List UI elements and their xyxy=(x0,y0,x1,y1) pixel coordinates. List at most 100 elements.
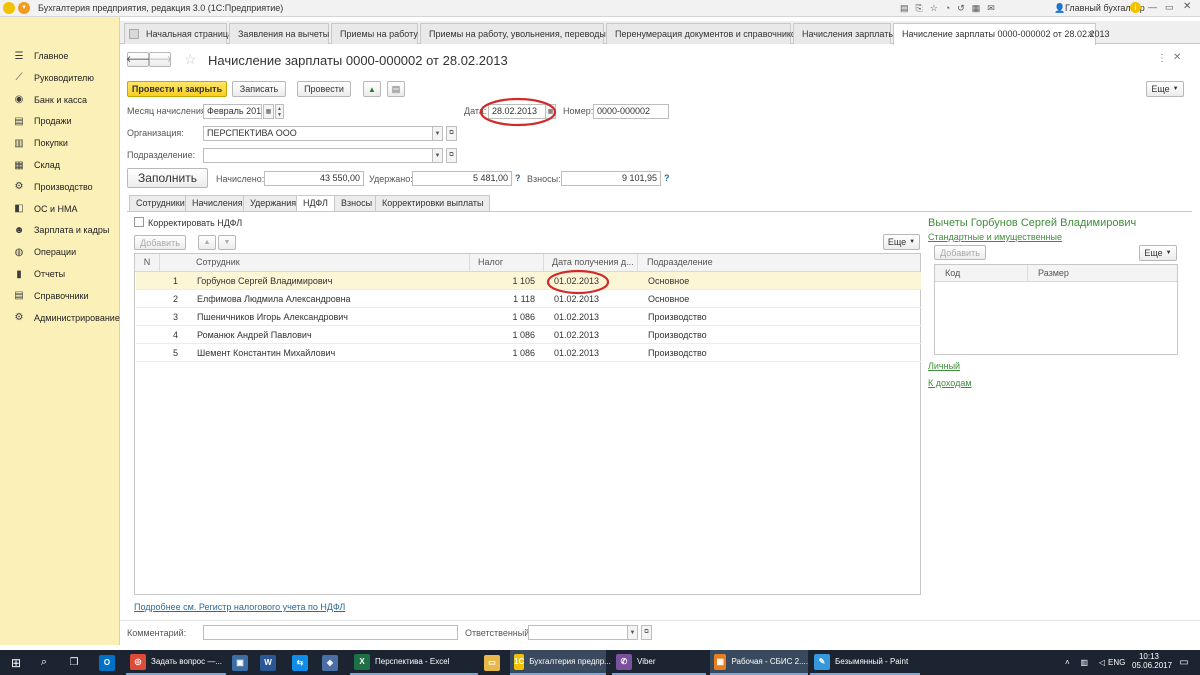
col-tax[interactable]: Налог xyxy=(474,254,544,271)
print-button[interactable]: ▤ xyxy=(387,81,405,97)
sidebar-item-6[interactable]: ▦ Склад xyxy=(0,155,120,175)
mail-icon[interactable]: ✉ xyxy=(987,3,995,14)
teamviewer-button[interactable]: ⇆ xyxy=(290,650,310,675)
more-button[interactable]: Еще ▼ xyxy=(1146,81,1184,97)
task-view-button[interactable]: ❐ xyxy=(64,650,84,675)
clock[interactable]: 10:13 05.06.2017 xyxy=(1132,652,1172,670)
subtab-employees[interactable]: Сотрудники xyxy=(129,195,192,211)
sidebar-item-8[interactable]: ◧ ОС и НМА xyxy=(0,199,120,219)
sidebar-item-2[interactable]: ⟋ Руководителю xyxy=(0,68,120,88)
tab-hirings-transfers[interactable]: Приемы на работу, увольнения, переводы xyxy=(420,23,606,44)
tab-home[interactable]: Начальная страница xyxy=(124,23,233,44)
deductions-more-button[interactable]: Еще ▼ xyxy=(1139,245,1177,261)
table-row[interactable]: 5 Шемент Константин Михайлович 1 086 01.02.… xyxy=(136,344,921,362)
sidebar-item-11[interactable]: ▮ Отчеты xyxy=(0,264,120,284)
close-tab-icon[interactable]: ✕ xyxy=(1087,24,1095,44)
more-vert-icon[interactable]: ⋮ xyxy=(1157,53,1167,64)
subtab-deductions[interactable]: Удержания xyxy=(243,195,304,211)
close-button[interactable]: ✕ xyxy=(1183,1,1191,12)
sidebar-item-10[interactable]: ◍ Операции xyxy=(0,242,120,262)
col-department[interactable]: Подразделение xyxy=(643,254,920,271)
forward-button[interactable]: 🡒 xyxy=(148,52,172,67)
sidebar-item-7[interactable]: ⚙ Производство xyxy=(0,177,120,197)
sidebar-item-13[interactable]: ⚙ Администрирование xyxy=(0,308,120,328)
sidebar-item-1[interactable]: ☰ Главное xyxy=(0,46,120,66)
department-dropdown[interactable]: ▼ xyxy=(432,148,443,163)
star-icon[interactable]: ☆ xyxy=(930,3,938,14)
taskbar-app-6[interactable]: ✎ Безымянный - Paint xyxy=(810,650,920,675)
taskbar-app-4[interactable]: ✆ Viber xyxy=(612,650,706,675)
department-open-button[interactable]: ⧉ xyxy=(446,148,457,163)
table-row[interactable]: 2 Елфимова Людмила Александровна 1 118 01.0… xyxy=(136,290,921,308)
col-amount[interactable]: Размер xyxy=(1034,265,1174,282)
deductions-add-button[interactable]: Добавить xyxy=(934,245,986,260)
subtab-contributions[interactable]: Взносы xyxy=(334,195,380,211)
sidebar-item-4[interactable]: ▤ Продажи xyxy=(0,111,120,131)
post-and-close-button[interactable]: Провести и закрыть xyxy=(127,81,227,97)
organization-open-button[interactable]: ⧉ xyxy=(446,126,457,141)
ndfl-add-button[interactable]: Добавить xyxy=(134,235,186,250)
table-row[interactable]: 4 Романюк Андрей Павлович 1 086 01.02.2013 П… xyxy=(136,326,921,344)
word-button[interactable]: W xyxy=(258,650,278,675)
main-menu-icon[interactable]: ▾ xyxy=(18,2,30,14)
month-calendar-button[interactable]: ▦ xyxy=(263,104,274,119)
move-down-button[interactable]: ▼ xyxy=(218,235,236,250)
dt-kt-button[interactable]: ▲ xyxy=(363,81,381,97)
history-icon[interactable]: ↺ xyxy=(957,3,965,14)
personal-link[interactable]: Личный xyxy=(928,361,960,371)
maximize-button[interactable]: ▭ xyxy=(1165,2,1174,13)
withheld-help-icon[interactable]: ? xyxy=(515,173,521,183)
taskbar-app-1[interactable]: ◎ Задать вопрос —... xyxy=(126,650,226,675)
pinned-files-button[interactable]: ▭ xyxy=(482,650,502,675)
taskbar-app-5[interactable]: ▦ Рабочая - СБИС 2.... xyxy=(710,650,808,675)
sidebar-item-5[interactable]: ▥ Покупки xyxy=(0,133,120,153)
table-row[interactable]: 3 Пшеничников Игорь Александрович 1 086 01.… xyxy=(136,308,921,326)
tab-hirings[interactable]: Приемы на работу xyxy=(331,23,418,44)
month-spinner[interactable]: ▲ ▼ xyxy=(275,104,284,119)
tab-payroll-list[interactable]: Начисления зарплаты xyxy=(793,23,895,44)
notifications-button[interactable]: ▭ xyxy=(1175,650,1193,675)
number-field[interactable]: 0000-000002 xyxy=(593,104,669,119)
fill-button[interactable]: Заполнить xyxy=(127,168,208,188)
comment-field[interactable] xyxy=(203,625,458,640)
outlook-button[interactable]: O xyxy=(96,650,118,675)
ndfl-more-button[interactable]: Еще ▼ xyxy=(883,234,920,250)
sidebar-item-9[interactable]: ☻ Зарплата и кадры xyxy=(0,220,120,240)
taskbar-pin-app[interactable]: ▣ xyxy=(230,650,250,675)
tab-renumbering[interactable]: Перенумерация документов и справочников xyxy=(606,23,801,44)
correct-ndfl-checkbox[interactable] xyxy=(134,217,144,227)
favorite-star-icon[interactable]: ☆ xyxy=(184,51,197,68)
bell-icon[interactable]: ◔ xyxy=(945,3,950,14)
organization-dropdown[interactable]: ▼ xyxy=(432,126,443,141)
standard-deductions-link[interactable]: Стандартные и имущественные xyxy=(928,232,1062,242)
contributions-help-icon[interactable]: ? xyxy=(664,173,670,183)
to-income-link[interactable]: К доходам xyxy=(928,378,972,388)
responsible-field[interactable] xyxy=(528,625,628,640)
taskbar-search-button[interactable]: ⌕ xyxy=(34,650,54,675)
organization-field[interactable]: ПЕРСПЕКТИВА ООО xyxy=(203,126,433,141)
responsible-dropdown[interactable]: ▼ xyxy=(627,625,638,640)
tab-deduction-claims[interactable]: Заявления на вычеты xyxy=(229,23,329,44)
start-button[interactable]: ⊞ xyxy=(4,650,28,675)
tray-icons[interactable]: ˄ ▥ ◁ xyxy=(1065,650,1105,675)
move-up-button[interactable]: ▲ xyxy=(198,235,216,250)
doc-icon[interactable]: ▤ xyxy=(900,3,909,14)
subtab-payment-corrections[interactable]: Корректировки выплаты xyxy=(375,195,491,211)
department-field[interactable] xyxy=(203,148,433,163)
info-icon[interactable]: i xyxy=(1130,2,1141,13)
pinned-app-button[interactable]: ◈ xyxy=(320,650,340,675)
save-button[interactable]: Записать xyxy=(232,81,286,97)
col-employee[interactable]: Сотрудник xyxy=(192,254,470,271)
minimize-button[interactable]: — xyxy=(1148,2,1157,12)
sidebar-item-12[interactable]: ▤ Справочники xyxy=(0,286,120,306)
link-icon[interactable]: ⎘ xyxy=(916,3,923,14)
subtab-ndfl[interactable]: НДФЛ xyxy=(296,195,335,212)
subtab-accruals[interactable]: Начисления xyxy=(185,195,250,211)
taskbar-app-2[interactable]: X Перспектива - Excel xyxy=(350,650,478,675)
ndfl-register-link[interactable]: Подробнее см. Регистр налогового учета п… xyxy=(134,602,345,612)
back-button[interactable]: 🡐 xyxy=(126,52,150,67)
tab-payroll-document[interactable]: Начисление зарплаты 0000-000002 от 28.02… xyxy=(893,23,1109,45)
responsible-open-button[interactable]: ⧉ xyxy=(641,625,652,640)
taskbar-app-3[interactable]: 1С Бухгалтерия предпр... xyxy=(510,650,611,675)
table-row[interactable]: 1 Горбунов Сергей Владимирович 1 105 01.02.… xyxy=(136,272,921,290)
